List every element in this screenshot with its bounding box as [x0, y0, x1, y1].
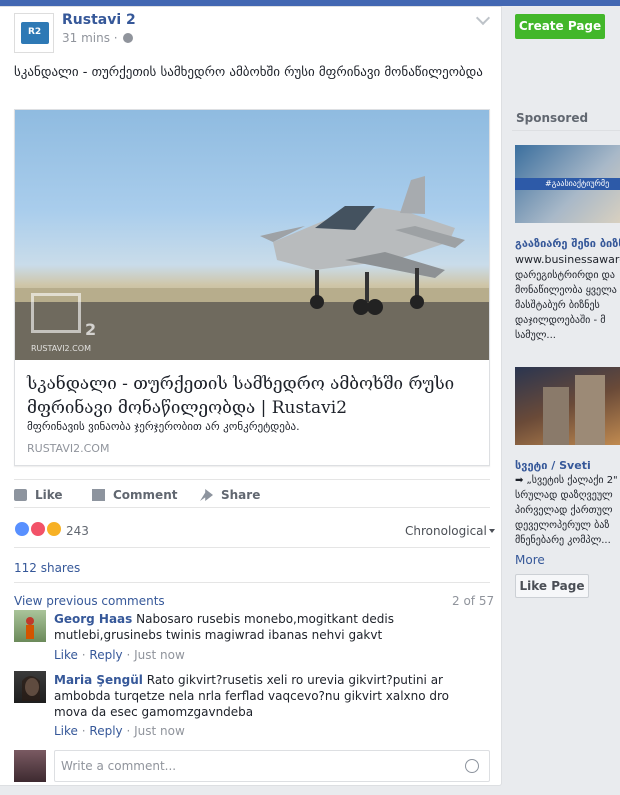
- watermark-text: RUSTAVI2.COM: [31, 344, 91, 353]
- ad-banner: #გაასიაქტიურმე: [515, 178, 620, 190]
- share-arrow-icon: [200, 489, 213, 501]
- ad-body: ➡ „სვეტის ქალაქი 2" სრულად დაზღვეულ პირვ…: [515, 475, 618, 546]
- like-button[interactable]: Like: [14, 488, 63, 502]
- like-reaction-icon: [14, 521, 30, 537]
- angry-reaction-icon: [30, 521, 46, 537]
- comment-meta: Like · Reply · Just now: [54, 648, 185, 662]
- post-actions-bar: Like Comment Share: [14, 479, 490, 502]
- commenter-avatar[interactable]: [14, 671, 46, 703]
- rustavi2-watermark: [31, 293, 81, 333]
- post-timestamp[interactable]: 31 mins ·: [62, 31, 134, 45]
- speech-bubble-icon: [92, 489, 105, 501]
- comment-count: 2 of 57: [452, 594, 495, 608]
- shares-link[interactable]: 112 shares: [14, 561, 80, 575]
- commenter-name[interactable]: Maria Şengül: [54, 673, 143, 687]
- comment-like-link[interactable]: Like: [54, 648, 78, 662]
- building-shape: [543, 387, 569, 445]
- link-description: მფრინავის ვინაობა ჯერჯერობით არ კონკრეტდ…: [27, 420, 300, 433]
- share-button[interactable]: Share: [200, 488, 260, 502]
- comment-body: Maria Şengül Rato gikvirt?rusetis xeli r…: [54, 672, 484, 720]
- comment-input-placeholder: Write a comment...: [61, 759, 177, 773]
- rustavi2-watermark-digit: 2: [85, 320, 97, 339]
- thumbs-up-icon: [14, 489, 27, 501]
- ad-title-sveti[interactable]: სვეტი / Sveti: [515, 459, 591, 472]
- news-feed-post: R2 Rustavi 2 31 mins · სკანდალი - თურქეთ…: [0, 6, 502, 786]
- sponsored-heading: Sponsored: [516, 111, 589, 125]
- ad-image-sveti[interactable]: [515, 367, 620, 445]
- comment-time[interactable]: Just now: [134, 724, 185, 738]
- link-domain: RUSTAVI2.COM: [27, 442, 110, 455]
- view-previous-comments-link[interactable]: View previous comments: [14, 594, 165, 608]
- commenter-name[interactable]: Georg Haas: [54, 612, 132, 626]
- like-page-button[interactable]: Like Page: [515, 574, 589, 598]
- chevron-down-icon[interactable]: [475, 10, 491, 26]
- create-page-button[interactable]: Create Page: [515, 14, 605, 39]
- page-name-link[interactable]: Rustavi 2: [62, 12, 136, 28]
- comment-like-link[interactable]: Like: [54, 724, 78, 738]
- comment-body: Georg Haas Nabosaro rusebis monebo,mogit…: [54, 611, 484, 643]
- wow-reaction-icon: [46, 521, 62, 537]
- building-shape: [575, 375, 605, 445]
- comment-sort-dropdown[interactable]: Chronological: [405, 524, 495, 538]
- divider: [14, 582, 490, 583]
- link-title[interactable]: სკანდალი - თურქეთის სამხედრო ამბოხში რუს…: [27, 372, 477, 420]
- globe-icon: [123, 33, 134, 43]
- more-link[interactable]: More: [515, 553, 545, 567]
- divider: [14, 547, 490, 548]
- comment-reply-link[interactable]: Reply: [89, 724, 122, 738]
- page-avatar[interactable]: R2: [14, 13, 54, 53]
- reaction-count[interactable]: 243: [66, 524, 89, 538]
- comment-input[interactable]: Write a comment...: [54, 750, 490, 782]
- current-user-avatar: [14, 750, 46, 782]
- commenter-avatar[interactable]: [14, 610, 46, 642]
- person-silhouette-icon: [26, 617, 34, 639]
- comment-time[interactable]: Just now: [134, 648, 185, 662]
- ad-url[interactable]: www.businessaward.g: [515, 253, 620, 266]
- link-preview-image[interactable]: 2 RUSTAVI2.COM: [15, 110, 489, 360]
- ad-image-business-award[interactable]: #გაასიაქტიურმე: [515, 145, 620, 223]
- link-preview-card[interactable]: 2 RUSTAVI2.COM სკანდალი - თურქეთის სამხე…: [14, 109, 490, 466]
- emoji-icon[interactable]: [465, 759, 479, 773]
- comment-button[interactable]: Comment: [92, 488, 177, 502]
- rustavi2-logo: R2: [21, 22, 49, 44]
- caret-down-icon: [488, 529, 495, 533]
- person-photo-icon: [22, 676, 40, 701]
- post-message: სკანდალი - თურქეთის სამხედრო ამბოხში რუს…: [14, 65, 483, 80]
- ad-body: დარეგისტრირდი და მონაწილეობა ყველა მასშტ…: [515, 270, 617, 341]
- comment-reply-link[interactable]: Reply: [89, 648, 122, 662]
- divider: [14, 507, 490, 508]
- divider: [512, 130, 620, 131]
- ad-title-business-award[interactable]: გააზიარე შენი ბიზნ: [515, 237, 620, 250]
- comment-meta: Like · Reply · Just now: [54, 724, 185, 738]
